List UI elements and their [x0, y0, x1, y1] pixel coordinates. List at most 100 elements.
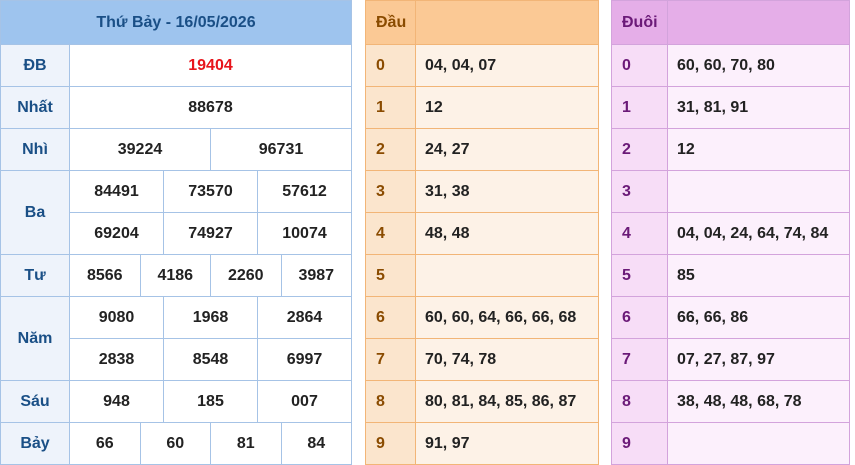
dau-values: 91, 97 — [415, 422, 599, 465]
prize-row: Ba 84491 73570 57612 — [0, 170, 352, 255]
dau-digit: 4 — [365, 212, 416, 255]
dau-values: 80, 81, 84, 85, 86, 87 — [415, 380, 599, 423]
dau-values: 24, 27 — [415, 128, 599, 171]
prize-number: 57612 — [257, 170, 352, 213]
dau-digit: 5 — [365, 254, 416, 297]
prize-number: 9080 — [69, 296, 164, 339]
duoi-digit: 7 — [611, 338, 668, 381]
dau-row: 7 70, 74, 78 — [365, 338, 599, 381]
dau-row: 1 12 — [365, 86, 599, 129]
prize-number: 1968 — [163, 296, 258, 339]
prize-number: 3987 — [280, 254, 352, 297]
dau-digit: 8 — [365, 380, 416, 423]
dau-digit: 9 — [365, 422, 416, 465]
prize-number: 6997 — [257, 338, 352, 381]
prize-number: 69204 — [69, 212, 164, 255]
dau-digit: 7 — [365, 338, 416, 381]
dau-body: Đầu 0 04, 04, 07 1 12 2 24, 27 3 31, 38 4 48, 48 5… — [365, 0, 599, 465]
duoi-digit: 5 — [611, 254, 668, 297]
duoi-row: 8 38, 48, 48, 68, 78 — [611, 380, 850, 423]
duoi-row: 0 60, 60, 70, 80 — [611, 44, 850, 87]
dau-values — [415, 254, 599, 297]
prize-number: 2838 — [69, 338, 164, 381]
duoi-header: Đuôi — [611, 0, 668, 45]
prize-number: 185 — [163, 380, 258, 423]
duoi-row: 5 85 — [611, 254, 850, 297]
prize-label: Bảy — [0, 422, 70, 465]
results-body: Thứ Bảy - 16/05/2026 ĐB 19404 Nhất 88678 Nhì… — [0, 0, 352, 465]
dau-header-row: Đầu — [365, 0, 599, 45]
duoi-row: 2 12 — [611, 128, 850, 171]
lottery-results-table: Thứ Bảy - 16/05/2026 ĐB 19404 Nhất 88678 Nhì… — [0, 0, 352, 465]
prize-label: ĐB — [0, 44, 70, 87]
duoi-row: 7 07, 27, 87, 97 — [611, 338, 850, 381]
dau-values: 31, 38 — [415, 170, 599, 213]
prize-row: Sáu 948 185 007 — [0, 380, 352, 423]
dau-row: 4 48, 48 — [365, 212, 599, 255]
dau-digit: 1 — [365, 86, 416, 129]
results-title: Thứ Bảy - 16/05/2026 — [0, 0, 352, 45]
duoi-values: 38, 48, 48, 68, 78 — [667, 380, 850, 423]
prize-number: 84 — [280, 422, 352, 465]
duoi-values: 04, 04, 24, 64, 74, 84 — [667, 212, 850, 255]
prize-number: 88678 — [69, 86, 352, 129]
dau-header-blank — [415, 0, 599, 45]
duoi-digit: 6 — [611, 296, 668, 339]
prize-label: Tư — [0, 254, 70, 297]
results-header-row: Thứ Bảy - 16/05/2026 — [0, 0, 352, 45]
duoi-row: 1 31, 81, 91 — [611, 86, 850, 129]
dau-digit: 2 — [365, 128, 416, 171]
duoi-row: 6 66, 66, 86 — [611, 296, 850, 339]
duoi-values: 85 — [667, 254, 850, 297]
dau-row: 6 60, 60, 64, 66, 66, 68 — [365, 296, 599, 339]
duoi-values: 07, 27, 87, 97 — [667, 338, 850, 381]
dau-header: Đầu — [365, 0, 416, 45]
prize-label: Nhất — [0, 86, 70, 129]
prize-number: 10074 — [257, 212, 352, 255]
prize-number: 2864 — [257, 296, 352, 339]
prize-label: Năm — [0, 296, 70, 381]
prize-number: 39224 — [69, 128, 211, 171]
prize-label: Sáu — [0, 380, 70, 423]
dau-values: 48, 48 — [415, 212, 599, 255]
dau-values: 60, 60, 64, 66, 66, 68 — [415, 296, 599, 339]
duoi-row: 9 — [611, 422, 850, 465]
prize-row: Năm 9080 1968 2864 — [0, 296, 352, 381]
prize-number: 73570 — [163, 170, 258, 213]
prize-number: 8548 — [163, 338, 258, 381]
dau-row: 0 04, 04, 07 — [365, 44, 599, 87]
prize-row: Nhất 88678 — [0, 86, 352, 129]
duoi-digit: 2 — [611, 128, 668, 171]
duoi-header-blank — [667, 0, 850, 45]
duoi-values: 66, 66, 86 — [667, 296, 850, 339]
prize-number: 96731 — [210, 128, 352, 171]
duoi-values: 12 — [667, 128, 850, 171]
duoi-values — [667, 170, 850, 213]
duoi-values: 31, 81, 91 — [667, 86, 850, 129]
dau-table: Đầu 0 04, 04, 07 1 12 2 24, 27 3 31, 38 4 48, 48 5… — [365, 0, 599, 465]
duoi-values: 60, 60, 70, 80 — [667, 44, 850, 87]
dau-row: 3 31, 38 — [365, 170, 599, 213]
prize-number: 84491 — [69, 170, 164, 213]
duoi-table: Đuôi 0 60, 60, 70, 80 1 31, 81, 91 2 12 3 4 04, … — [611, 0, 850, 465]
prize-number: 8566 — [69, 254, 141, 297]
prize-number: 74927 — [163, 212, 258, 255]
prize-label: Ba — [0, 170, 70, 255]
duoi-digit: 1 — [611, 86, 668, 129]
dau-values: 04, 04, 07 — [415, 44, 599, 87]
prize-number: 60 — [139, 422, 211, 465]
duoi-header-row: Đuôi — [611, 0, 850, 45]
duoi-body: Đuôi 0 60, 60, 70, 80 1 31, 81, 91 2 12 3 4 04, … — [611, 0, 850, 465]
prize-number: 4186 — [139, 254, 211, 297]
duoi-row: 4 04, 04, 24, 64, 74, 84 — [611, 212, 850, 255]
duoi-digit: 4 — [611, 212, 668, 255]
duoi-digit: 3 — [611, 170, 668, 213]
duoi-digit: 0 — [611, 44, 668, 87]
prize-number: 81 — [210, 422, 282, 465]
prize-row: Tư 8566 4186 2260 3987 — [0, 254, 352, 297]
dau-row: 5 — [365, 254, 599, 297]
prize-label: Nhì — [0, 128, 70, 171]
prize-row: Nhì 39224 96731 — [0, 128, 352, 171]
prize-number: 948 — [69, 380, 164, 423]
dau-values: 12 — [415, 86, 599, 129]
